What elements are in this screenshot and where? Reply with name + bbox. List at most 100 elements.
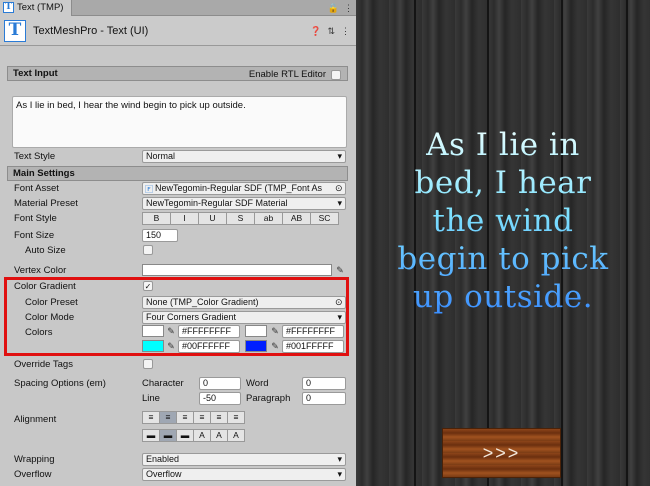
object-picker-icon[interactable]: ⊙ <box>335 183 343 194</box>
align-top-icon[interactable]: ▬ <box>142 429 160 442</box>
material-preset-dropdown[interactable]: NewTegomin-Regular SDF Material <box>142 197 346 210</box>
align-geometry-icon[interactable]: ≡ <box>227 411 245 424</box>
colors-label: Colors <box>25 327 53 338</box>
uppercase-button[interactable]: AB <box>282 212 311 225</box>
color-gradient-label: Color Gradient <box>14 281 76 292</box>
text-style-label: Text Style <box>14 151 56 162</box>
align-left-icon[interactable]: ≡ <box>142 411 160 424</box>
text-line: As I lie in <box>426 127 580 163</box>
tab-text-tmp[interactable]: T Text (TMP) <box>0 0 73 16</box>
override-tags-label: Override Tags <box>14 359 73 370</box>
presets-icon[interactable]: ⇅ <box>327 26 335 37</box>
bottom-left-color-swatch[interactable] <box>142 340 164 352</box>
color-mode-label: Color Mode <box>25 312 75 323</box>
align-right-icon[interactable]: ≡ <box>176 411 194 424</box>
align-justify-icon[interactable]: ≡ <box>193 411 211 424</box>
font-asset-icon: 🄵 <box>145 185 153 194</box>
character-spacing-label: Character <box>142 378 184 389</box>
font-style-buttons: B I U S ab AB SC <box>142 212 339 225</box>
top-right-color-swatch[interactable] <box>245 325 267 337</box>
component-menu-icon[interactable]: ⋮ <box>341 26 350 37</box>
top-right-hex-field[interactable]: #FFFFFFFF <box>282 325 344 338</box>
eyedropper-icon[interactable]: ✎ <box>270 326 280 336</box>
align-middle-icon[interactable]: ▬ <box>159 429 177 442</box>
eyedropper-icon[interactable]: ✎ <box>166 341 176 351</box>
textmeshpro-icon: T <box>4 19 26 42</box>
bottom-right-hex-field[interactable]: #001FFFFF <box>282 340 344 353</box>
vertical-alignment-buttons: ▬ ▬ ▬ A A A <box>142 429 245 442</box>
lowercase-button[interactable]: ab <box>254 212 283 225</box>
font-asset-field[interactable]: NewTegomin-Regular SDF (TMP_Font As <box>142 182 346 195</box>
color-preset-label: Color Preset <box>25 297 78 308</box>
line-spacing-field[interactable]: -50 <box>199 392 241 405</box>
override-tags-checkbox[interactable] <box>143 359 153 369</box>
word-spacing-label: Word <box>246 378 269 389</box>
continue-button[interactable]: >>> <box>442 428 561 478</box>
bottom-right-color-swatch[interactable] <box>245 340 267 352</box>
font-asset-label: Font Asset <box>14 183 59 194</box>
align-bottom-icon[interactable]: ▬ <box>176 429 194 442</box>
align-capline-icon[interactable]: A <box>227 429 245 442</box>
alignment-label: Alignment <box>14 414 57 425</box>
menu-icon[interactable]: ⋮ <box>344 3 353 14</box>
auto-size-label: Auto Size <box>25 245 66 256</box>
material-preset-label: Material Preset <box>14 198 78 209</box>
smallcaps-button[interactable]: SC <box>310 212 339 225</box>
object-picker-icon[interactable]: ⊙ <box>335 297 343 308</box>
word-spacing-field[interactable]: 0 <box>302 377 346 390</box>
underline-button[interactable]: U <box>198 212 227 225</box>
line-spacing-label: Line <box>142 393 160 404</box>
align-center-icon[interactable]: ≡ <box>159 411 177 424</box>
paragraph-spacing-field[interactable]: 0 <box>302 392 346 405</box>
color-preset-field[interactable]: None (TMP_Color Gradient) <box>142 296 346 309</box>
lock-icon[interactable]: 🔒 <box>328 3 339 14</box>
align-flush-icon[interactable]: ≡ <box>210 411 228 424</box>
strikethrough-button[interactable]: S <box>226 212 255 225</box>
rtl-editor-label: Enable RTL Editor <box>248 69 326 80</box>
inspector-panel: T Text (TMP) 🔒 ⋮ T TextMeshPro - Text (U… <box>0 0 356 486</box>
game-view: As I lie in bed, I hear the wind begin t… <box>356 0 650 486</box>
bold-button[interactable]: B <box>142 212 171 225</box>
text-line: up outside. <box>412 279 594 315</box>
overflow-label: Overflow <box>14 469 52 480</box>
top-left-color-swatch[interactable] <box>142 325 164 337</box>
rtl-editor-checkbox[interactable] <box>331 69 341 80</box>
vertex-color-label: Vertex Color <box>14 265 67 276</box>
color-mode-dropdown[interactable]: Four Corners Gradient <box>142 311 346 324</box>
character-spacing-field[interactable]: 0 <box>199 377 241 390</box>
text-input-header: Text Input Enable RTL Editor <box>7 66 348 81</box>
spacing-options-label: Spacing Options (em) <box>14 378 106 389</box>
eyedropper-icon[interactable]: ✎ <box>335 265 345 275</box>
component-header: T TextMeshPro - Text (UI) ❓ ⇅ ⋮ <box>0 16 356 46</box>
color-gradient-checkbox[interactable]: ✓ <box>143 281 153 291</box>
vertex-color-swatch[interactable] <box>142 264 332 276</box>
align-baseline-icon[interactable]: A <box>193 429 211 442</box>
bottom-left-hex-field[interactable]: #00FFFFFF <box>178 340 240 353</box>
italic-button[interactable]: I <box>170 212 199 225</box>
tab-bar: T Text (TMP) 🔒 ⋮ <box>0 0 356 16</box>
font-asset-value: NewTegomin-Regular SDF (TMP_Font As <box>155 183 323 193</box>
text-line: begin to pick <box>397 241 609 277</box>
wrapping-label: Wrapping <box>14 454 55 465</box>
eyedropper-icon[interactable]: ✎ <box>270 341 280 351</box>
top-left-hex-field[interactable]: #FFFFFFFF <box>178 325 240 338</box>
font-size-label: Font Size <box>14 230 55 241</box>
eyedropper-icon[interactable]: ✎ <box>166 326 176 336</box>
wrapping-dropdown[interactable]: Enabled <box>142 453 346 466</box>
tab-label: Text (TMP) <box>17 2 64 13</box>
text-input-title: Text Input <box>13 68 58 79</box>
main-settings-header: Main Settings <box>7 166 348 181</box>
auto-size-checkbox[interactable] <box>143 245 153 255</box>
main-settings-title: Main Settings <box>13 168 75 179</box>
font-style-label: Font Style <box>14 213 57 224</box>
overflow-dropdown[interactable]: Overflow <box>142 468 346 481</box>
text-style-dropdown[interactable]: Normal <box>142 150 346 163</box>
text-input-field[interactable]: As I lie in bed, I hear the wind begin t… <box>12 96 347 148</box>
gradient-text: As I lie in bed, I hear the wind begin t… <box>356 126 650 316</box>
textmeshpro-icon: T <box>3 2 14 13</box>
font-size-field[interactable]: 150 <box>142 229 178 242</box>
component-title: TextMeshPro - Text (UI) <box>33 24 149 37</box>
text-line: the wind <box>432 203 574 239</box>
help-icon[interactable]: ❓ <box>310 26 321 37</box>
align-midline-icon[interactable]: A <box>210 429 228 442</box>
